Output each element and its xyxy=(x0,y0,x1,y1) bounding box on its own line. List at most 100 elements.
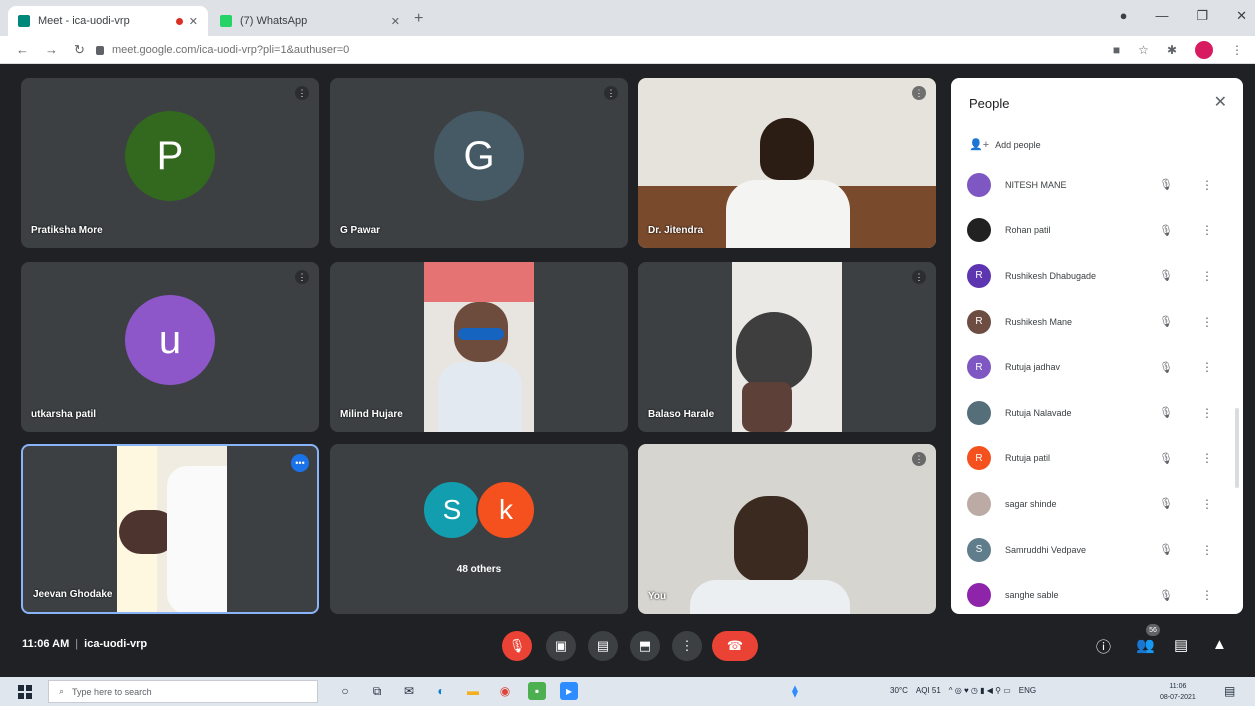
add-person-icon: 👤+ xyxy=(969,139,990,151)
task-view-icon[interactable]: ⧉ xyxy=(368,682,386,700)
mic-off-icon: ⋮ xyxy=(912,270,926,284)
list-item[interactable]: R Rushikesh Mane 🎙 ⋮ xyxy=(951,299,1243,345)
participant-tile-speaking[interactable]: ••• Jeevan Ghodake xyxy=(21,444,319,614)
browser-tabbar: Meet - ica-uodi-vrp ✕ (7) WhatsApp ✕ + ●… xyxy=(0,0,1255,36)
back-icon[interactable]: ← xyxy=(16,42,29,58)
person-shirt xyxy=(726,180,850,248)
taskbar-clock[interactable]: 11:06 08-07-2021 xyxy=(1160,681,1196,703)
windows-start-icon[interactable] xyxy=(18,685,32,699)
new-tab-icon[interactable]: + xyxy=(414,10,423,28)
mic-off-icon: 🎙 xyxy=(1159,544,1173,557)
camera-toggle-button[interactable]: ▣ xyxy=(546,631,576,661)
star-icon[interactable]: ☆ xyxy=(1138,43,1149,57)
participant-tile[interactable]: G ⋮ G Pawar xyxy=(330,78,628,248)
notifications-icon[interactable]: ▤ xyxy=(1224,684,1235,698)
participant-name: Rutuja Nalavade xyxy=(1005,407,1072,418)
mail-icon[interactable]: ✉ xyxy=(400,682,418,700)
forward-icon[interactable]: → xyxy=(45,42,58,58)
tab-meet[interactable]: Meet - ica-uodi-vrp ✕ xyxy=(8,6,208,36)
meeting-details-icon[interactable]: ⓘ xyxy=(1096,636,1111,657)
list-item[interactable]: sagar shinde 🎙 ⋮ xyxy=(951,481,1243,527)
more-options-button[interactable]: ⋮ xyxy=(672,631,702,661)
person-shirt xyxy=(438,362,522,432)
list-item[interactable]: R Rushikesh Dhabugade 🎙 ⋮ xyxy=(951,253,1243,299)
close-tab-icon[interactable]: ✕ xyxy=(391,15,400,28)
participant-name: NITESH MANE xyxy=(1005,179,1067,190)
search-placeholder: Type here to search xyxy=(72,686,152,697)
people-icon[interactable]: 👥 xyxy=(1136,636,1155,654)
zoom-icon[interactable]: ▸ xyxy=(560,682,578,700)
list-item[interactable]: Rutuja Nalavade 🎙 ⋮ xyxy=(951,390,1243,436)
activities-icon[interactable]: ▲ xyxy=(1212,636,1227,653)
reload-icon[interactable]: ↻ xyxy=(74,42,85,58)
clock-time: 11:06 xyxy=(1169,683,1187,690)
nav-buttons: ← → ↻ xyxy=(16,42,85,58)
present-screen-icon: ⬒ xyxy=(638,638,652,653)
participant-tile[interactable]: P ⋮ Pratiksha More xyxy=(21,78,319,248)
more-options-icon[interactable]: ⋮ xyxy=(1201,451,1213,465)
camera-icon: ▣ xyxy=(554,638,568,653)
self-tile[interactable]: ⋮ You xyxy=(638,444,936,614)
add-people-label: Add people xyxy=(995,139,1041,150)
video-feed xyxy=(424,262,534,432)
app-icon[interactable]: ▪ xyxy=(528,682,546,700)
chat-icon[interactable]: ▤ xyxy=(1174,636,1188,654)
more-options-icon[interactable]: ⋮ xyxy=(1201,178,1213,192)
tray-icons[interactable]: ^ ◎ ♥ ◷ ▮ ◀ ⚲ ▭ xyxy=(949,686,1011,695)
edge-icon[interactable]: ◐ xyxy=(432,682,450,700)
more-options-icon[interactable]: ⋮ xyxy=(1201,223,1213,237)
file-explorer-icon[interactable]: ▬ xyxy=(464,682,482,700)
meeting-stage: P ⋮ Pratiksha More G ⋮ G Pawar ⋮ Dr. Jit… xyxy=(0,65,1255,677)
chrome-icon[interactable]: ◉ xyxy=(496,682,514,700)
mic-off-icon: 🎙 xyxy=(1159,270,1173,283)
recording-dot-icon xyxy=(175,17,183,25)
participant-tile[interactable]: u ⋮ utkarsha patil xyxy=(21,262,319,432)
participant-tile[interactable]: ⋮ Balaso Harale xyxy=(638,262,936,432)
captions-button[interactable]: ▤ xyxy=(588,631,618,661)
network-app-icon[interactable]: ⧫ xyxy=(786,682,804,700)
minimize-icon[interactable]: — xyxy=(1155,8,1168,24)
person-head xyxy=(736,312,812,392)
video-feed xyxy=(732,262,842,432)
wall-background xyxy=(424,262,534,302)
account-icon[interactable]: ● xyxy=(1120,8,1128,24)
extensions-icon[interactable]: ✱ xyxy=(1167,43,1177,57)
mic-toggle-button[interactable]: 🎙 xyxy=(502,631,532,661)
meeting-time: 11:06 AM xyxy=(22,638,70,650)
list-item[interactable]: Rohan patil 🎙 ⋮ xyxy=(951,208,1243,254)
list-item[interactable]: R Rutuja jadhav 🎙 ⋮ xyxy=(951,344,1243,390)
list-item[interactable]: S Samruddhi Vedpave 🎙 ⋮ xyxy=(951,527,1243,573)
avatar xyxy=(967,172,991,197)
more-options-icon[interactable]: ⋮ xyxy=(1201,360,1213,374)
participant-tile[interactable]: ⋮ Dr. Jitendra xyxy=(638,78,936,248)
close-window-icon[interactable]: ✕ xyxy=(1236,8,1247,24)
close-tab-icon[interactable]: ✕ xyxy=(189,15,198,28)
list-item[interactable]: sanghe sable 🎙 ⋮ xyxy=(951,572,1243,614)
avatar: P xyxy=(125,111,215,201)
camera-permission-icon[interactable]: ■ xyxy=(1113,43,1120,57)
add-people-button[interactable]: 👤+ Add people xyxy=(969,138,1041,151)
cortana-icon[interactable]: ○ xyxy=(336,682,354,700)
panel-scrollbar[interactable] xyxy=(1235,408,1239,488)
taskbar-search-input[interactable]: ⌕ Type here to search xyxy=(48,680,318,703)
person-shirt xyxy=(690,580,850,614)
present-button[interactable]: ⬒ xyxy=(630,631,660,661)
more-options-icon[interactable]: ⋮ xyxy=(1201,588,1213,602)
more-options-icon[interactable]: ⋮ xyxy=(1201,406,1213,420)
menu-icon[interactable]: ⋮ xyxy=(1231,43,1243,57)
participant-tile[interactable]: Milind Hujare xyxy=(330,262,628,432)
others-tile[interactable]: S k 48 others xyxy=(330,444,628,614)
more-options-icon[interactable]: ⋮ xyxy=(1201,543,1213,557)
maximize-icon[interactable]: ❐ xyxy=(1196,8,1208,24)
tab-whatsapp[interactable]: (7) WhatsApp ✕ xyxy=(210,6,410,36)
list-item[interactable]: NITESH MANE 🎙 ⋮ xyxy=(951,162,1243,208)
url-field[interactable]: meet.google.com/ica-uodi-vrp?pli=1&authu… xyxy=(96,40,1096,60)
leave-call-button[interactable]: ☎ xyxy=(712,631,758,661)
more-options-icon[interactable]: ⋮ xyxy=(1201,497,1213,511)
more-options-icon[interactable]: ⋮ xyxy=(1201,315,1213,329)
list-item[interactable]: R Rutuja patil 🎙 ⋮ xyxy=(951,436,1243,482)
air-quality: AQI 51 xyxy=(915,686,941,695)
profile-avatar[interactable] xyxy=(1195,41,1213,59)
close-icon[interactable]: ✕ xyxy=(1214,92,1227,112)
more-options-icon[interactable]: ⋮ xyxy=(1201,269,1213,283)
